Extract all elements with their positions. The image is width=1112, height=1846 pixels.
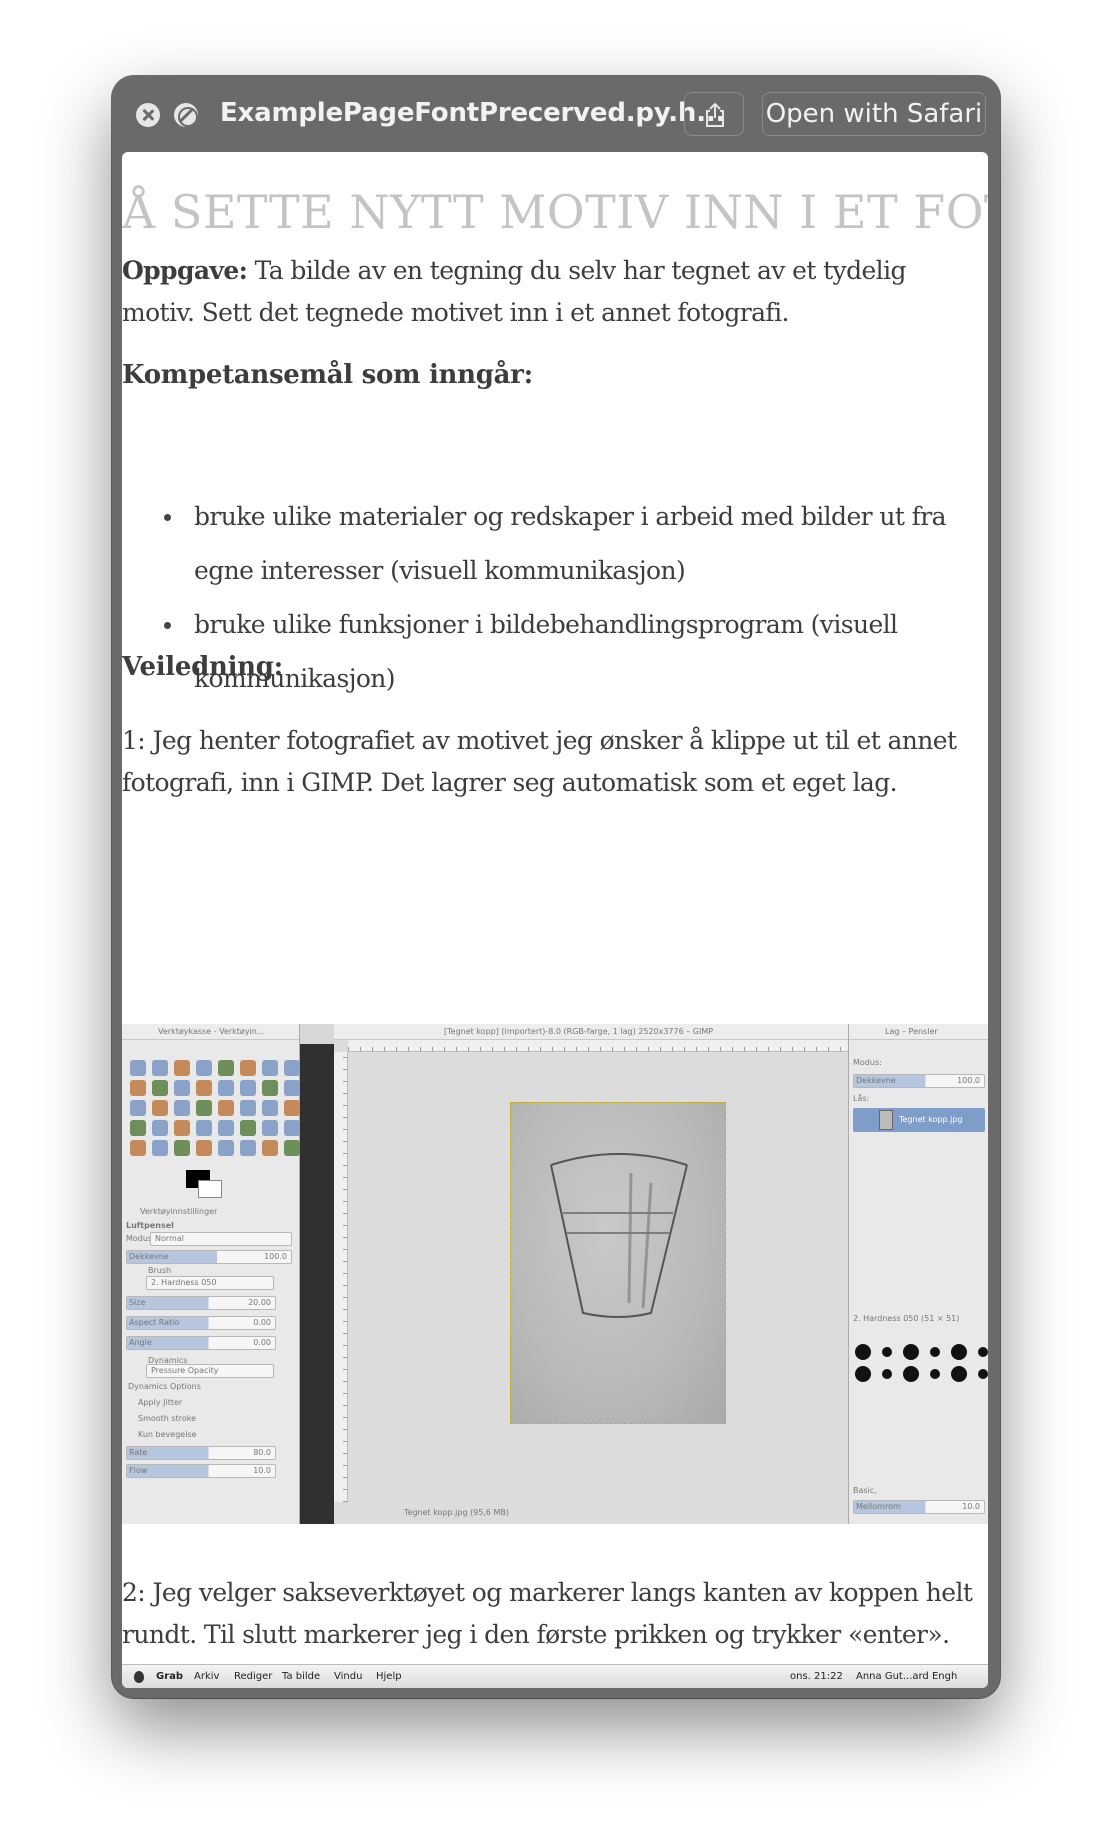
apply-jitter-checkbox: Apply Jitter [138, 1398, 183, 1407]
step-1-text: 1: Jeg henter fotografiet av motivet jeg… [122, 726, 957, 797]
apple-icon [134, 1671, 144, 1683]
spacing-slider: Mellomrom 10.0 [853, 1500, 985, 1514]
task-label: Oppgave: [122, 256, 248, 285]
menubar-app: Grab [156, 1671, 184, 1682]
share-button[interactable] [684, 92, 744, 136]
flow-slider: Flow 10.0 [126, 1464, 276, 1478]
canvas-status: Tegnet kopp.jpg (95,6 MB) [404, 1508, 510, 1517]
task-paragraph: Oppgave: Ta bilde av en tegning du selv … [122, 250, 978, 334]
share-icon [706, 102, 724, 127]
kun-bevegelse-checkbox: Kun bevegelse [138, 1430, 197, 1439]
menubar-user: Anna Gut...ard Engh [856, 1671, 958, 1682]
open-with-safari-button[interactable]: Open with Safari [762, 92, 986, 136]
layers-opacity: Dekkevne 100.0 [853, 1074, 985, 1088]
tool-icons [130, 1060, 300, 1156]
background-desktop [300, 1044, 334, 1524]
toolbox-title: Verktøykasse - Verktøyin... [158, 1027, 265, 1036]
menubar-item: Vindu [334, 1671, 363, 1682]
menubar-clock: ons. 21:22 [790, 1671, 843, 1682]
angle-slider: Angle 0.00 [126, 1336, 276, 1350]
rate-slider: Rate 80.0 [126, 1446, 276, 1460]
close-icon[interactable] [136, 103, 160, 127]
opacity-slider: Dekkevne 100.0 [126, 1250, 292, 1264]
menubar-item: Rediger [234, 1671, 273, 1682]
gimp-canvas-window: [Tegnet kopp] (importert)-8.0 (RGB-farge… [334, 1024, 848, 1524]
competence-heading: Kompetansemål som inngår: [122, 360, 533, 390]
mode-select: Normal [150, 1232, 292, 1246]
aspect-ratio-slider: Aspect Ratio 0.00 [126, 1316, 276, 1330]
layer-row: Tegnet kopp.jpg [853, 1108, 985, 1132]
menubar-item: Hjelp [376, 1671, 402, 1682]
block-icon[interactable] [174, 103, 198, 127]
layers-panel: Lag – Pensler Modus: Dekkevne 100.0 Lås: … [848, 1024, 988, 1524]
guidance-heading: Veiledning: [122, 652, 283, 682]
menubar-item: Arkiv [194, 1671, 220, 1682]
mac-menubar: Grab Arkiv Rediger Ta bilde Vindu Hjelp … [122, 1664, 988, 1688]
background-color-swatch [198, 1180, 222, 1198]
lock-label: Lås: [853, 1094, 870, 1103]
tool-name: Luftpensel [126, 1221, 174, 1230]
canvas-title: [Tegnet kopp] (importert)-8.0 (RGB-farge… [444, 1027, 714, 1036]
cup-drawing-photo [510, 1102, 726, 1424]
window-title: ExamplePageFontPrecerved.py.h... [220, 98, 726, 128]
page-title: Å SETTE NYTT MOTIV INN I ET FOTO [122, 184, 988, 239]
cup-drawing [550, 1153, 688, 1318]
menubar-item: Ta bilde [282, 1671, 321, 1682]
size-slider: Size 20.00 [126, 1296, 276, 1310]
dynamics-field: Pressure Opacity [146, 1364, 274, 1378]
list-item: bruke ulike materialer og redskaper i ar… [164, 490, 978, 598]
smooth-stroke-checkbox: Smooth stroke [138, 1414, 196, 1423]
gimp-screenshot: Verktøykasse - Verktøyin... Verktøyinnst… [122, 1024, 988, 1524]
quicklook-window: ExamplePageFontPrecerved.py.h... Open wi… [112, 76, 1000, 1698]
layers-mode-label: Modus: [853, 1058, 882, 1067]
brush-set-label: 2. Hardness 050 (51 × 51) [853, 1314, 960, 1323]
vertical-ruler [334, 1052, 348, 1502]
list-item: bruke ulike funksjoner i bildebehandling… [164, 598, 978, 706]
tool-options-label: Verktøyinnstillinger [140, 1207, 218, 1216]
brush-presets [855, 1344, 988, 1382]
dynamics-options: Dynamics Options [128, 1382, 201, 1391]
basic-label: Basic, [853, 1486, 877, 1495]
brush-label: Brush [148, 1266, 172, 1275]
horizontal-ruler [348, 1040, 848, 1052]
page-content[interactable]: Å SETTE NYTT MOTIV INN I ET FOTO Oppgave… [122, 152, 988, 1688]
toolbox-panel: Verktøykasse - Verktøyin... Verktøyinnst… [122, 1024, 300, 1524]
title-bar: ExamplePageFontPrecerved.py.h... Open wi… [112, 76, 1000, 152]
brush-field: 2. Hardness 050 [146, 1276, 274, 1290]
layers-title: Lag – Pensler [885, 1027, 938, 1036]
